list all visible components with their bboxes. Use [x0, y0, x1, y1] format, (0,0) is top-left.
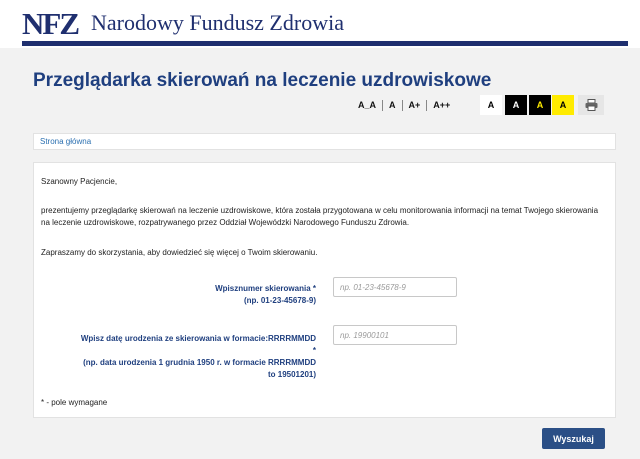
- breadcrumb: Strona główna: [33, 133, 616, 150]
- referral-number-input[interactable]: [333, 277, 457, 297]
- search-panel: Szanowny Pacjencie, prezentujemy przeglą…: [33, 162, 616, 418]
- breadcrumb-home-link[interactable]: Strona główna: [40, 137, 91, 146]
- nfz-logo-mark: NFZ: [22, 6, 80, 41]
- intro-text: prezentujemy przeglądarkę skierowań na l…: [41, 206, 599, 227]
- invite-text: Zapraszamy do skorzystania, aby dowiedzi…: [41, 248, 318, 257]
- required-fields-note: * - pole wymagane: [41, 398, 108, 407]
- birth-date-label: Wpisz datę urodzenia ze skierowania w fo…: [44, 333, 316, 381]
- contrast-black-white-button[interactable]: A: [505, 95, 527, 115]
- page-title: Przeglądarka skierowań na leczenie uzdro…: [33, 70, 492, 91]
- contrast-black-yellow-button[interactable]: A: [529, 95, 551, 115]
- top-header: NFZ Narodowy Fundusz Zdrowia: [0, 0, 640, 48]
- nfz-logo-name: Narodowy Fundusz Zdrowia: [91, 10, 344, 35]
- nfz-logo[interactable]: NFZ: [22, 6, 80, 41]
- birth-label-example-line: (np. data urodzenia 1 grudnia 1950 r. w …: [83, 358, 316, 367]
- font-size-reset-button[interactable]: A_A: [352, 100, 382, 110]
- print-button[interactable]: [578, 95, 604, 115]
- font-size-normal-button[interactable]: A: [383, 100, 402, 110]
- birth-date-input[interactable]: [333, 325, 457, 345]
- search-button[interactable]: Wyszukaj: [542, 428, 605, 449]
- contrast-default-button[interactable]: A: [480, 95, 502, 115]
- referral-label-line: Wpisznumer skierowania *: [215, 284, 316, 293]
- referral-number-label: Wpisznumer skierowania * (np. 01-23-4567…: [134, 283, 316, 307]
- font-size-large-button[interactable]: A+: [403, 100, 427, 110]
- birth-label-line: Wpisz datę urodzenia ze skierowania w fo…: [80, 334, 316, 343]
- font-size-xlarge-button[interactable]: A++: [427, 100, 456, 110]
- greeting-text: Szanowny Pacjencie,: [41, 177, 118, 186]
- referral-label-example: (np. 01-23-45678-9): [243, 296, 316, 305]
- header-divider: [22, 41, 628, 46]
- contrast-yellow-black-button[interactable]: A: [552, 95, 574, 115]
- birth-label-required-mark: *: [312, 346, 316, 355]
- birth-label-example-value: to 19501201): [267, 370, 316, 379]
- printer-icon: [585, 99, 597, 111]
